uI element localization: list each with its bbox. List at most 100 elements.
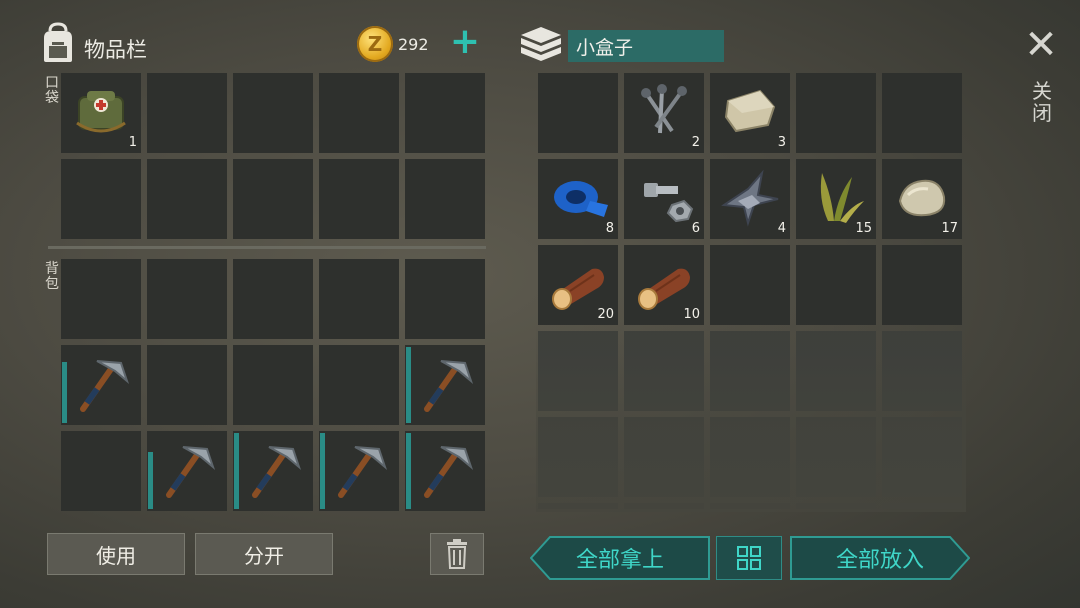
- container-grid: 2 3 8 6 4 15 17 20 10: [538, 73, 962, 509]
- container-slot[interactable]: [710, 417, 790, 497]
- container-slot[interactable]: 3: [710, 73, 790, 153]
- pocket-slot[interactable]: [147, 159, 227, 239]
- item-count: 17: [941, 221, 958, 236]
- use-button[interactable]: 使用: [47, 533, 185, 575]
- nails-icon: [641, 84, 687, 134]
- container-slot[interactable]: [882, 503, 962, 509]
- pocket-slot[interactable]: [233, 159, 313, 239]
- take-all-button[interactable]: 全部拿上: [530, 536, 710, 580]
- pocket-slot[interactable]: [61, 159, 141, 239]
- item-count: 10: [683, 307, 700, 322]
- backpack-slot[interactable]: [147, 431, 227, 511]
- backpack-slot[interactable]: [233, 431, 313, 511]
- container-slot[interactable]: [710, 331, 790, 411]
- backpack-slot[interactable]: [233, 259, 313, 339]
- container-slot[interactable]: [624, 503, 704, 509]
- log-icon: [552, 268, 604, 310]
- pocket-slot[interactable]: 1: [61, 73, 141, 153]
- pocket-slot[interactable]: [319, 73, 399, 153]
- container-name-field[interactable]: 小盒子: [568, 30, 724, 62]
- stone-block-icon: [724, 89, 776, 133]
- log-icon: [638, 268, 690, 310]
- close-label[interactable]: 关闭: [1030, 80, 1054, 124]
- container-slot[interactable]: [624, 331, 704, 411]
- first-aid-kit-icon: [76, 91, 126, 133]
- close-icon[interactable]: ✕: [1024, 25, 1058, 65]
- pickaxe-icon: [166, 446, 216, 498]
- item-count: 8: [605, 221, 614, 236]
- container-slot[interactable]: 15: [796, 159, 876, 239]
- inventory-title: 物品栏: [84, 38, 147, 62]
- container-slot[interactable]: [710, 245, 790, 325]
- pickaxe-icon: [338, 446, 388, 498]
- pocket-slot[interactable]: [405, 73, 485, 153]
- pocket-slot[interactable]: [147, 73, 227, 153]
- item-count: 3: [777, 135, 786, 150]
- pickaxe-icon: [80, 360, 130, 412]
- container-slot[interactable]: [796, 417, 876, 497]
- backpack-slot[interactable]: [147, 259, 227, 339]
- container-slot[interactable]: [882, 417, 962, 497]
- pocket-slot[interactable]: [233, 73, 313, 153]
- backpack-slot[interactable]: [61, 345, 141, 425]
- take-all-label: 全部拿上: [575, 548, 664, 573]
- pocket-label: 口袋: [45, 75, 59, 106]
- container-slot[interactable]: [538, 417, 618, 497]
- durability-bar: [406, 433, 411, 509]
- pocket-grid: 1: [61, 73, 485, 239]
- duct-tape-icon: [554, 181, 608, 217]
- container-slot[interactable]: 20: [538, 245, 618, 325]
- z-coin-icon: Z: [357, 26, 393, 62]
- backpack-slot[interactable]: [405, 259, 485, 339]
- container-slot[interactable]: 10: [624, 245, 704, 325]
- add-coins-button[interactable]: +: [448, 24, 482, 60]
- stone-icon: [898, 179, 946, 217]
- split-button[interactable]: 分开: [195, 533, 333, 575]
- container-slot[interactable]: [882, 73, 962, 153]
- container-slot[interactable]: [538, 503, 618, 509]
- container-slot[interactable]: [796, 245, 876, 325]
- grid-icon: [737, 546, 761, 570]
- item-count: 6: [691, 221, 700, 236]
- trash-icon: [447, 539, 467, 569]
- backpack-slot[interactable]: [405, 345, 485, 425]
- pickaxe-icon: [252, 446, 302, 498]
- container-slot[interactable]: [624, 417, 704, 497]
- container-slot[interactable]: 4: [710, 159, 790, 239]
- backpack-slot[interactable]: [405, 431, 485, 511]
- backpack-slot[interactable]: [319, 431, 399, 511]
- durability-bar: [234, 433, 239, 509]
- container-slot[interactable]: [882, 331, 962, 411]
- container-slot[interactable]: [538, 331, 618, 411]
- item-count: 15: [855, 221, 872, 236]
- backpack-slot[interactable]: [61, 259, 141, 339]
- container-slot[interactable]: 17: [882, 159, 962, 239]
- container-slot[interactable]: 8: [538, 159, 618, 239]
- durability-bar: [62, 362, 67, 423]
- item-count: 2: [691, 135, 700, 150]
- backpack-label: 背包: [45, 261, 59, 292]
- pocket-slot[interactable]: [319, 159, 399, 239]
- backpack-slot[interactable]: [319, 345, 399, 425]
- container-slot[interactable]: [538, 73, 618, 153]
- pocket-slot[interactable]: [405, 159, 485, 239]
- container-slot[interactable]: 2: [624, 73, 704, 153]
- backpack-icon: [44, 22, 72, 62]
- container-slot[interactable]: [882, 245, 962, 325]
- plant-fiber-icon: [820, 173, 864, 223]
- item-count: 4: [777, 221, 786, 236]
- sort-button[interactable]: [716, 536, 782, 580]
- backpack-slot[interactable]: [233, 345, 313, 425]
- item-count: 1: [128, 135, 137, 150]
- coin-count: 292: [398, 35, 429, 54]
- container-slot[interactable]: [710, 503, 790, 509]
- container-slot[interactable]: [796, 503, 876, 509]
- put-all-button[interactable]: 全部放入: [790, 536, 970, 580]
- trash-button[interactable]: [430, 533, 484, 575]
- backpack-slot[interactable]: [319, 259, 399, 339]
- container-slot[interactable]: [796, 331, 876, 411]
- container-slot[interactable]: [796, 73, 876, 153]
- container-slot[interactable]: 6: [624, 159, 704, 239]
- backpack-slot[interactable]: [61, 431, 141, 511]
- backpack-slot[interactable]: [147, 345, 227, 425]
